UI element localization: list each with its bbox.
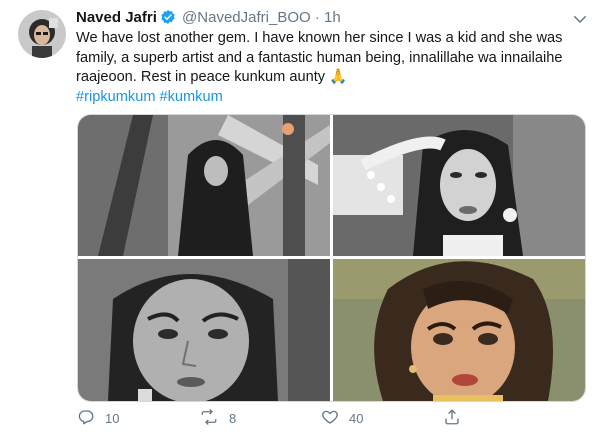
- hashtag-link[interactable]: #ripkumkum: [76, 89, 155, 105]
- retweet-count: 8: [229, 411, 237, 426]
- reply-button[interactable]: 10: [77, 408, 119, 429]
- author-handle[interactable]: @NavedJafri_BOO: [182, 9, 311, 26]
- media-photo[interactable]: [333, 115, 585, 256]
- media-photo[interactable]: [78, 115, 330, 256]
- like-icon: [321, 408, 349, 429]
- like-button[interactable]: 40: [321, 408, 363, 429]
- tweet-header: Naved Jafri @NavedJafri_BOO · 1h: [76, 9, 341, 30]
- hashtag-link[interactable]: #kumkum: [159, 89, 222, 105]
- hashtag-list: #ripkumkum #kumkum: [76, 89, 227, 105]
- share-button[interactable]: [443, 408, 471, 429]
- tweet-text: We have lost another gem. I have known h…: [76, 30, 563, 85]
- retweet-icon: [199, 408, 229, 429]
- reply-icon: [77, 408, 105, 429]
- retweet-button[interactable]: 8: [199, 408, 236, 429]
- like-count: 40: [349, 411, 364, 426]
- tweet-actions: 10 8 40: [77, 408, 584, 430]
- tweet-body: We have lost another gem. I have known h…: [76, 29, 584, 107]
- media-photo[interactable]: [333, 259, 585, 401]
- media-photo[interactable]: [78, 259, 330, 401]
- share-icon: [443, 408, 471, 429]
- timestamp[interactable]: 1h: [324, 9, 341, 26]
- separator-dot: ·: [314, 9, 320, 26]
- avatar[interactable]: [18, 10, 66, 58]
- reply-count: 10: [105, 411, 120, 426]
- verified-badge-icon: [160, 9, 176, 30]
- author-name[interactable]: Naved Jafri: [76, 9, 157, 26]
- media-grid: [77, 114, 586, 402]
